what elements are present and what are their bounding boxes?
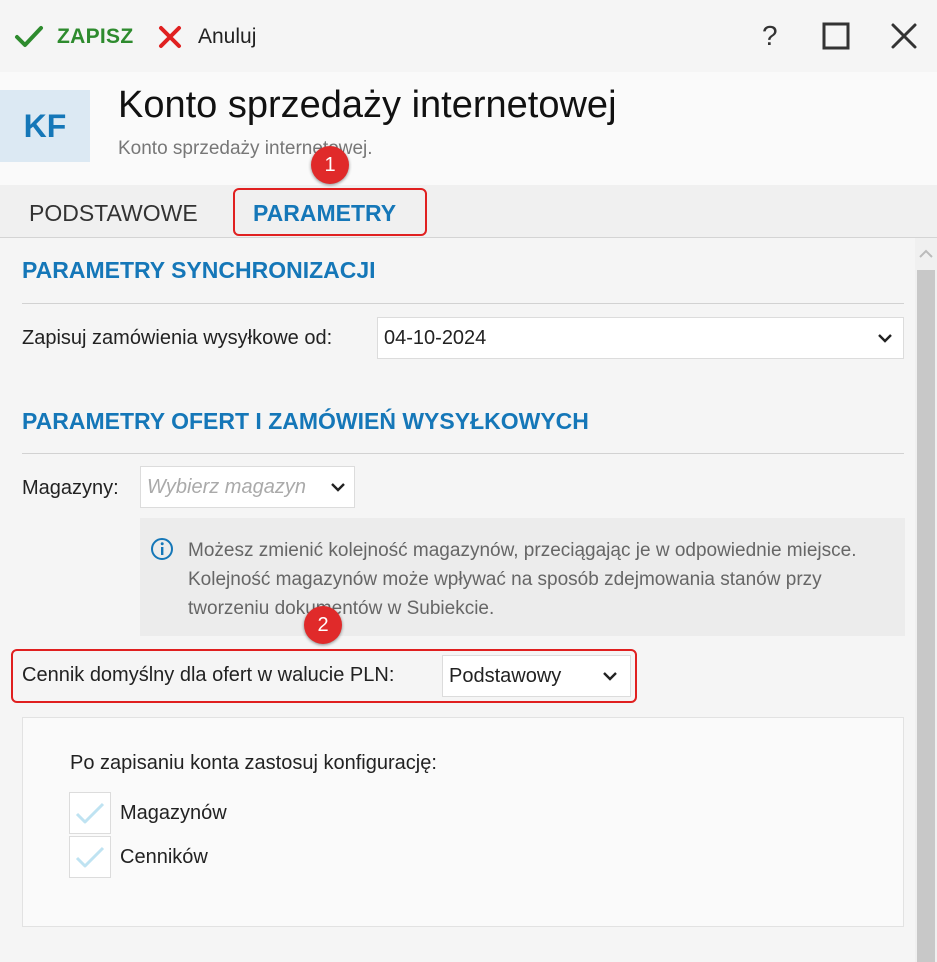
chevron-down-icon [873,333,897,343]
help-icon: ? [762,20,778,51]
offers-section-title: PARAMETRY OFERT I ZAMÓWIEŃ WYSYŁKOWYCH [22,408,589,434]
help-button[interactable]: ? [762,18,778,54]
toolbar [0,0,937,72]
checkmark-icon [75,846,105,868]
warehouses-label: Magazyny: [22,477,119,499]
save-button[interactable]: ZAPISZ [14,22,133,52]
config-title: Po zapisaniu konta zastosuj konfigurację… [70,752,437,774]
orders-date-select[interactable]: 04-10-2024 [377,317,904,359]
account-badge: KF [0,90,90,162]
checkbox-cennikow[interactable] [69,836,111,878]
close-button[interactable] [890,22,918,50]
checkbox-label-cennikow: Cenników [120,846,208,868]
checkmark-icon [75,802,105,824]
section-divider [22,453,904,454]
close-icon [891,23,917,49]
pricelist-value: Podstawowy [449,664,562,687]
cancel-button[interactable]: Anuluj [158,22,256,52]
pricelist-label: Cennik domyślny dla ofert w walucie PLN: [22,664,395,686]
save-label: ZAPISZ [57,25,134,48]
cancel-label: Anuluj [198,25,257,48]
close-x-icon [159,26,181,48]
maximize-button[interactable] [822,22,850,50]
pricelist-select[interactable]: Podstawowy [442,655,631,697]
page-title: Konto sprzedaży internetowej [118,84,617,126]
scrollbar-thumb[interactable] [917,270,935,962]
chevron-down-icon [326,482,350,492]
checkbox-label-magazynow: Magazynów [120,802,227,824]
warehouses-placeholder: Wybierz magazyn [147,475,306,498]
annotation-badge-1: 1 [311,146,349,184]
info-icon [150,537,174,566]
checkbox-magazynow[interactable] [69,792,111,834]
orders-date-label: Zapisuj zamówienia wysyłkowe od: [22,327,333,349]
chevron-down-icon [598,671,622,681]
maximize-icon [822,22,850,50]
orders-date-value: 04-10-2024 [384,326,487,349]
checkmark-icon [15,26,43,47]
section-divider [22,303,904,304]
tab-parametry[interactable]: PARAMETRY [253,200,396,227]
warehouses-select[interactable]: Wybierz magazyn [140,466,355,508]
tab-podstawowe[interactable]: PODSTAWOWE [29,200,198,227]
annotation-badge-2: 2 [304,606,342,644]
info-text: Możesz zmienić kolejność magazynów, prze… [188,540,857,619]
sync-section-title: PARAMETRY SYNCHRONIZACJI [22,257,376,283]
scroll-up-icon[interactable] [918,246,934,264]
